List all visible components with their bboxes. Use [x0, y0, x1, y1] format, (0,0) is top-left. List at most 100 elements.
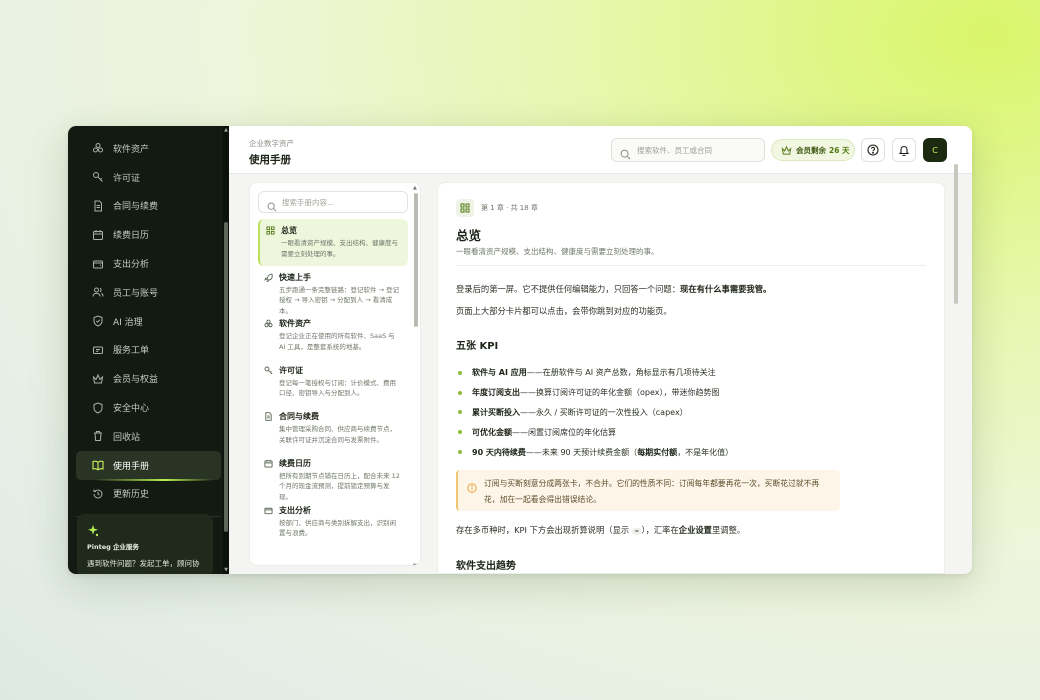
intro-emphasis: 现在有什么事需要我管。	[680, 284, 772, 294]
notifications-button[interactable]	[892, 138, 916, 162]
wallet-icon	[92, 258, 104, 270]
sidebar-item-label: 员工与账号	[113, 288, 159, 299]
kpi-name: 可优化金额	[472, 427, 512, 437]
toc-item-spend[interactable]: 支出分析 按部门、供应商与类别拆解支出，识别闲置与浪费。	[258, 499, 408, 546]
article-scroll-thumb[interactable]	[954, 164, 958, 304]
bullet-dot	[458, 450, 462, 455]
chapter-label: 第 1 章 · 共 18 章	[481, 204, 538, 212]
info-icon	[467, 478, 477, 493]
approx-code: ≈	[631, 528, 642, 535]
list-item: 可优化金额 ——闲置订阅席位的年化估算	[458, 422, 733, 442]
kpi-emphasis: 每期实付额	[637, 447, 678, 457]
kpi-desc: ——换算订阅许可证的年化金额（opex），带迷你趋势图	[520, 388, 720, 398]
toc-item-contracts[interactable]: 合同与续费 集中管理采购合同、供应商与续费节点，关联许可证并沉淀合同与发票附件。	[258, 405, 408, 452]
sidebar-item-manual[interactable]: 使用手册	[76, 450, 221, 481]
list-item: 软件与 AI 应用 ——在册软件与 AI 资产总数，角标显示有几项待关注	[458, 363, 733, 383]
toc-search[interactable]	[258, 191, 408, 213]
sidebar-scroll-thumb[interactable]	[224, 222, 228, 532]
user-avatar[interactable]: C	[923, 138, 947, 162]
toc-item-title: 许可证	[279, 365, 303, 375]
toc-item-title: 支出分析	[279, 505, 311, 515]
sidebar: 软件资产 许可证 合同与续费 续费日历 支出分析 员工与账号 AI 治理 服务工…	[68, 126, 229, 574]
document-icon	[264, 412, 273, 422]
sidebar-item-recycle-bin[interactable]: 回收站	[76, 422, 221, 451]
help-button[interactable]	[861, 138, 885, 162]
toc-item-desc: 按部门、供应商与类别拆解支出，识别闲置与浪费。	[279, 518, 396, 538]
bell-icon	[898, 141, 910, 160]
grid-icon	[266, 226, 275, 235]
currency-paragraph: 存在多币种时，KPI 下方会出现折算说明（显示 ≈ ），汇率在企业设置里调整。	[456, 524, 745, 536]
membership-days: 26 天	[829, 145, 850, 155]
rocket-icon	[264, 273, 273, 283]
article-scrollbar[interactable]	[953, 160, 959, 574]
scroll-down-arrow-icon[interactable]: ▼	[413, 563, 417, 565]
sidebar-item-ai-governance[interactable]: AI 治理	[76, 307, 221, 336]
toc-search-input[interactable]	[282, 197, 400, 207]
kpi-desc-tail: ，不是年化值）	[677, 447, 734, 457]
intro-text: 登录后的第一屏。它不提供任何编辑能力，只回答一个问题：	[456, 284, 681, 294]
kpi-desc: ——在册软件与 AI 资产总数，角标显示有几项待关注	[526, 368, 716, 378]
shield-ai-icon	[92, 315, 104, 327]
app-window: 软件资产 许可证 合同与续费 续费日历 支出分析 员工与账号 AI 治理 服务工…	[68, 126, 972, 574]
breadcrumb[interactable]: 企业数字资产	[249, 138, 294, 149]
kpi-heading: 五张 KPI	[456, 341, 499, 352]
sidebar-item-spend[interactable]: 支出分析	[76, 249, 221, 278]
sidebar-item-tickets[interactable]: 服务工单	[76, 336, 221, 365]
calendar-icon	[92, 229, 104, 241]
sidebar-item-security[interactable]: 安全中心	[76, 393, 221, 422]
sidebar-item-licenses[interactable]: 许可证	[76, 163, 221, 192]
toc-item-licenses[interactable]: 许可证 登记每一笔授权与订阅：计价模式、费用口径、密钥导入与分配到人。	[258, 359, 408, 406]
sidebar-item-contracts[interactable]: 合同与续费	[76, 192, 221, 221]
toc-item-overview[interactable]: 总览 一眼看清资产规模、支出结构、健康度与需要立刻处理的事。	[258, 219, 408, 266]
global-search-input[interactable]	[637, 145, 757, 155]
promo-title: Pinteg 企业服务	[87, 543, 140, 551]
boxes-icon	[264, 319, 273, 328]
sidebar-item-software[interactable]: 软件资产	[76, 134, 221, 163]
toc-item-title: 快速上手	[279, 272, 311, 282]
kpi-name: 年度订阅支出	[472, 388, 520, 398]
bullet-dot	[458, 390, 462, 395]
shield-icon	[92, 402, 104, 414]
crown-icon	[92, 373, 104, 385]
sidebar-item-changelog[interactable]: 更新历史	[76, 480, 221, 509]
toc-item-software[interactable]: 软件资产 登记企业正在使用的所有软件、SaaS 与 AI 工具，是整套系统的地基…	[258, 312, 408, 359]
sidebar-item-label: 合同与续费	[113, 202, 159, 213]
list-item: 年度订阅支出 ——换算订阅许可证的年化金额（opex），带迷你趋势图	[458, 383, 733, 403]
sidebar-item-renewal-calendar[interactable]: 续费日历	[76, 220, 221, 249]
toc-scroll-thumb[interactable]	[414, 193, 418, 327]
toc-item-quick-start[interactable]: 快速上手 五步跑通一条完整链路：登记软件 → 登记授权 → 导入密钥 → 分配到…	[258, 266, 408, 315]
toc-item-renewal-calendar[interactable]: 续费日历 把所有到期节点铺在日历上，配合未来 12 个月的现金流预测，提前锁定预…	[258, 452, 408, 501]
sidebar-item-label: 使用手册	[113, 461, 150, 472]
bullet-dot	[458, 430, 462, 435]
service-promo-card[interactable]: Pinteg 企业服务 遇到软件问题？发起工单，顾问协	[77, 514, 213, 574]
sidebar-item-label: 服务工单	[113, 346, 150, 357]
book-icon	[92, 459, 104, 471]
trend-heading: 软件支出趋势	[456, 561, 516, 572]
sidebar-item-label: 许可证	[113, 173, 141, 184]
sidebar-item-label: 支出分析	[113, 260, 150, 271]
sidebar-item-employees[interactable]: 员工与账号	[76, 278, 221, 307]
help-icon	[867, 141, 879, 160]
toc-item-title: 总览	[281, 226, 297, 235]
grid-icon	[456, 199, 474, 217]
page-title: 使用手册	[249, 154, 291, 166]
kpi-list: 软件与 AI 应用 ——在册软件与 AI 资产总数，角标显示有几项待关注 年度订阅…	[458, 363, 733, 462]
membership-badge[interactable]: 会员剩余 26 天	[771, 139, 855, 161]
chapter-indicator: 第 1 章 · 共 18 章	[456, 199, 538, 217]
trash-icon	[92, 430, 104, 442]
global-search[interactable]	[611, 138, 765, 162]
toc-scrollbar[interactable]: ▲ ▼	[413, 185, 418, 565]
sidebar-item-label: 软件资产	[113, 144, 150, 155]
scroll-up-arrow-icon[interactable]: ▲	[413, 185, 417, 191]
wallet-icon	[264, 506, 273, 515]
enterprise-settings-link[interactable]: 企业设置	[679, 525, 712, 535]
sidebar-item-label: 续费日历	[113, 231, 150, 242]
kpi-desc: ——永久 / 买断许可证的一次性投入（capex）	[520, 407, 688, 417]
sparkle-icon	[87, 522, 99, 537]
sidebar-item-membership[interactable]: 会员与权益	[76, 364, 221, 393]
history-icon	[92, 488, 104, 500]
kpi-name: 90 天内待续费	[472, 447, 526, 457]
toc-item-title: 续费日历	[279, 458, 311, 468]
toc-list: 总览 一眼看清资产规模、支出结构、健康度与需要立刻处理的事。 快速上手 五步跑通…	[258, 219, 408, 545]
intro-paragraph: 登录后的第一屏。它不提供任何编辑能力，只回答一个问题：现在有什么事需要我管。	[456, 283, 771, 295]
